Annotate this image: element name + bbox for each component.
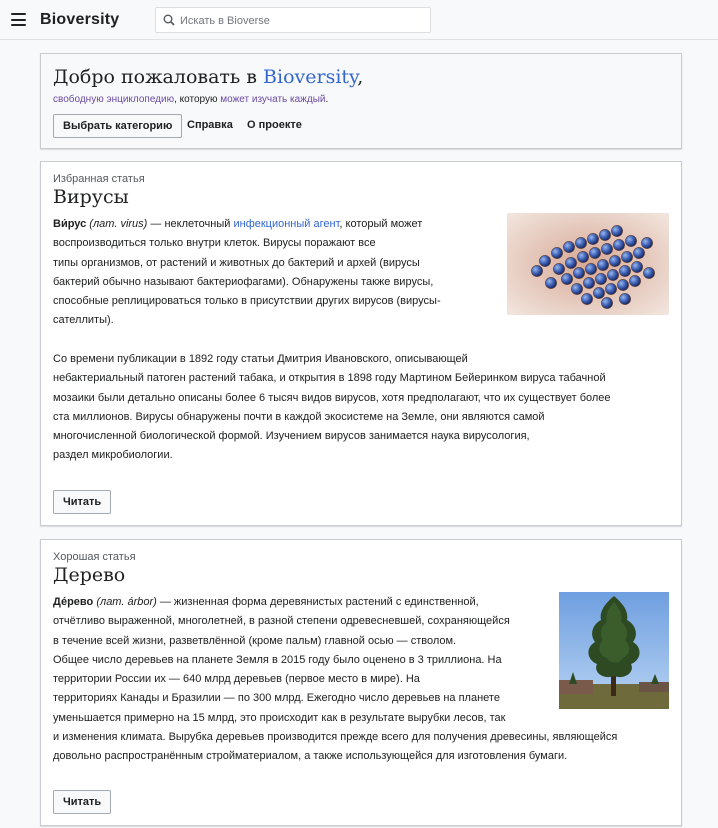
virus-image[interactable] [507,213,669,315]
article-body: Со времени публикации в 1892 году статьи… [53,353,611,462]
article-title[interactable]: Дерево [53,564,125,586]
good-article-card: Хорошая статья Дерево Де́рево (лат. árbo… [40,539,682,826]
tree-image[interactable] [559,592,669,709]
search-input[interactable] [180,12,420,29]
article-lead: Де́рево (лат. árbor) — жизненная форма д… [53,596,618,763]
read-button[interactable]: Читать [53,490,112,514]
welcome-panel: Добро пожаловать в Bioversity, свободную… [40,53,682,149]
search-icon [163,14,175,26]
top-bar: Bioversity [0,0,718,40]
featured-article-card: Избранная статья Вирусы Ви́рус (лат. vir… [40,161,682,526]
encyclopedia-link[interactable]: свободную энциклопедию [53,94,174,105]
welcome-title: Добро пожаловать в Bioversity, [53,66,364,88]
site-logo[interactable]: Bioversity [40,11,119,29]
help-link[interactable]: Справка [187,119,233,131]
welcome-subtitle: свободную энциклопедию, которую может из… [53,94,329,105]
search-box[interactable] [155,7,431,33]
article-kicker: Хорошая статья [53,551,136,563]
about-link[interactable]: О проекте [247,119,302,131]
choose-category-button[interactable]: Выбрать категорию [53,114,183,138]
infectious-agent-link[interactable]: инфекционный агент [233,218,339,230]
article-lead: Ви́рус (лат. virus) — неклеточный инфекц… [53,218,441,327]
anyone-can-learn-link[interactable]: может изучать каждый [220,94,325,105]
article-title[interactable]: Вирусы [53,186,129,208]
read-button[interactable]: Читать [53,790,112,814]
menu-icon[interactable] [11,13,26,26]
site-link[interactable]: Bioversity [263,66,357,88]
article-kicker: Избранная статья [53,173,145,185]
